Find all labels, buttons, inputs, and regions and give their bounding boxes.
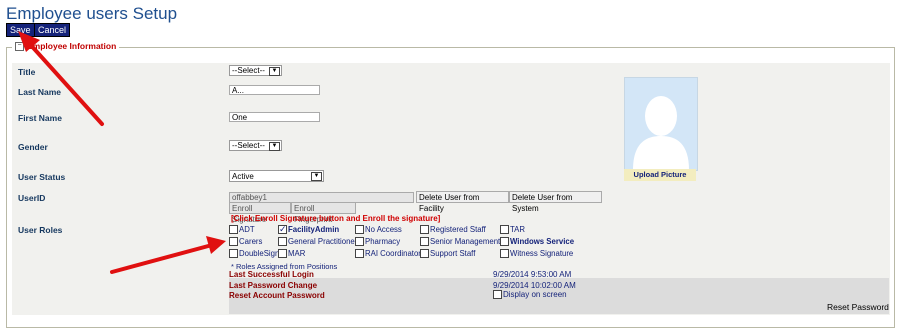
- annotation-arrows: [18, 31, 226, 274]
